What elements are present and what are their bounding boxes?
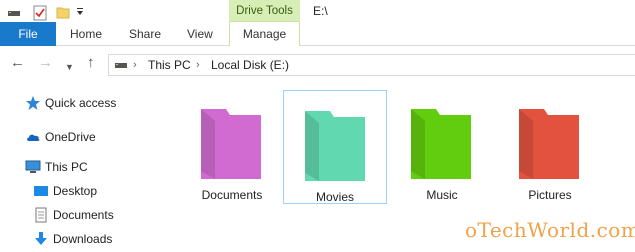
tab-share[interactable]: Share [129,22,161,46]
tab-home[interactable]: Home [70,22,102,46]
folder-label: Pictures [528,188,572,202]
desktop-icon [33,183,49,199]
computer-icon [25,159,41,175]
drive-tools-context-label: Drive Tools [229,0,300,22]
tab-view[interactable]: View [187,22,213,46]
documents-icon [33,207,49,223]
folder-label: Documents [201,188,263,202]
nav-label: OneDrive [45,130,96,144]
tab-file[interactable]: File [0,22,56,46]
tab-manage[interactable]: Manage [229,21,300,46]
folder-tile-movies[interactable]: Movies [283,90,387,204]
nav-label: Downloads [53,232,113,246]
watermark: oTechWorld.com [465,218,635,242]
up-arrow-icon[interactable]: ↑ [87,54,95,72]
nav-label: Quick access [45,96,117,110]
recent-locations-chevron-icon[interactable]: ▼ [65,58,74,76]
new-folder-icon[interactable] [56,5,70,22]
breadcrumb-separator[interactable]: › [133,57,137,73]
drive-icon[interactable] [7,5,21,22]
title-bar: Drive Tools E:\ [0,0,635,24]
navigation-pane: Quick access OneDrive This PC Desktop Do… [0,82,160,252]
cloud-icon [25,129,41,145]
nav-label: Documents [53,208,114,222]
customize-toolbar-icon[interactable] [76,6,84,20]
star-icon [25,95,41,111]
folder-icon [305,111,365,181]
folder-icon [201,109,261,179]
navigation-bar: ← → ▼ ↑ › This PC › Local Disk (E:) [0,46,635,82]
address-bar[interactable]: › This PC › Local Disk (E:) [108,54,635,76]
folder-tile-documents[interactable]: Documents [180,89,284,203]
download-arrow-icon [33,231,49,247]
back-arrow-icon[interactable]: ← [10,54,25,72]
forward-arrow-icon[interactable]: → [38,54,53,72]
window-title: E:\ [313,4,328,18]
breadcrumb-separator[interactable]: › [196,57,200,73]
nav-label: Desktop [53,184,98,198]
nav-label: This PC [45,160,88,174]
folder-tile-pictures[interactable]: Pictures [498,89,602,203]
ribbon-tabs: File Home Share View Manage [0,21,635,46]
folder-tile-music[interactable]: Music [390,89,494,203]
folder-icon [411,109,471,179]
breadcrumb-this-pc[interactable]: This PC [148,57,191,73]
breadcrumb-local-disk[interactable]: Local Disk (E:) [211,57,289,73]
drive-icon [114,59,128,74]
folder-label: Movies [315,190,354,204]
folder-icon [519,109,579,179]
folder-label: Music [426,188,458,202]
